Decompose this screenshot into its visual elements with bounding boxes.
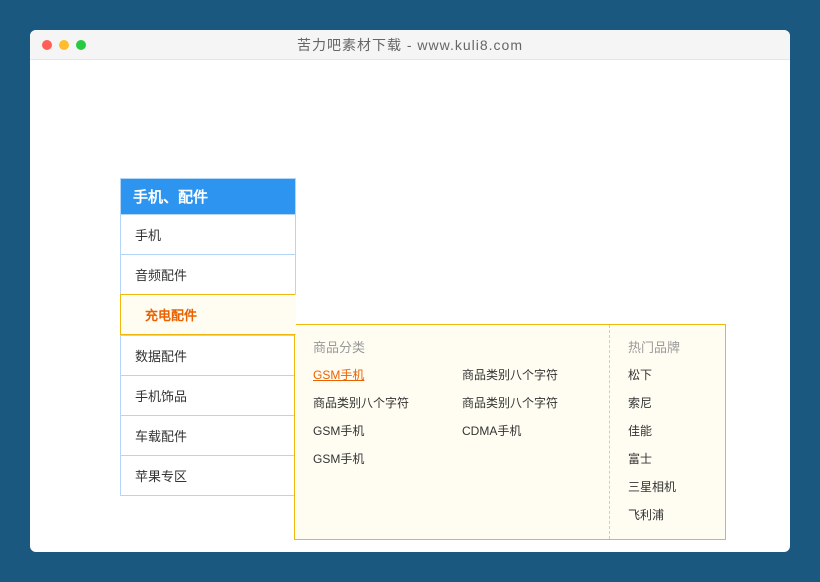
- maximize-icon[interactable]: [76, 40, 86, 50]
- category-link[interactable]: CDMA手机: [462, 422, 591, 439]
- menu-item-phone[interactable]: 手机: [121, 214, 295, 254]
- categories-heading: 商品分类: [313, 337, 591, 356]
- menu-item-audio[interactable]: 音频配件: [121, 254, 295, 294]
- brand-link[interactable]: 富士: [628, 450, 725, 467]
- brand-link[interactable]: 飞利浦: [628, 506, 725, 523]
- menu-item-decor[interactable]: 手机饰品: [121, 375, 295, 415]
- brand-link[interactable]: 三星相机: [628, 478, 725, 495]
- category-link[interactable]: GSM手机: [313, 366, 442, 383]
- minimize-icon[interactable]: [59, 40, 69, 50]
- menu-header: 手机、配件: [121, 179, 295, 214]
- browser-window: 苦力吧素材下载 - www.kuli8.com 手机、配件 手机 音频配件 充电…: [30, 30, 790, 552]
- brand-link[interactable]: 索尼: [628, 394, 725, 411]
- brand-link[interactable]: 松下: [628, 366, 725, 383]
- category-menu: 手机、配件 手机 音频配件 充电配件 数据配件 手机饰品 车载配件 苹果专区: [120, 178, 296, 496]
- titlebar: 苦力吧素材下载 - www.kuli8.com: [30, 30, 790, 60]
- menu-item-car[interactable]: 车载配件: [121, 415, 295, 455]
- brands-heading: 热门品牌: [628, 337, 725, 356]
- menu-item-apple[interactable]: 苹果专区: [121, 455, 295, 495]
- flyout-brands: 热门品牌 松下 索尼 佳能 富士 三星相机 飞利浦: [609, 325, 725, 539]
- brand-link[interactable]: 佳能: [628, 422, 725, 439]
- menu-item-data[interactable]: 数据配件: [121, 335, 295, 375]
- window-controls: [30, 40, 86, 50]
- flyout-categories: 商品分类 GSM手机 商品类别八个字符 商品类别八个字符 商品类别八个字符 GS…: [295, 325, 609, 539]
- content-area: 手机、配件 手机 音频配件 充电配件 数据配件 手机饰品 车载配件 苹果专区 商…: [30, 60, 790, 496]
- category-link[interactable]: GSM手机: [313, 422, 442, 439]
- window-title: 苦力吧素材下载 - www.kuli8.com: [30, 35, 790, 55]
- submenu-flyout: 商品分类 GSM手机 商品类别八个字符 商品类别八个字符 商品类别八个字符 GS…: [294, 324, 726, 540]
- category-link[interactable]: 商品类别八个字符: [313, 394, 442, 411]
- close-icon[interactable]: [42, 40, 52, 50]
- category-link[interactable]: 商品类别八个字符: [462, 366, 591, 383]
- category-link[interactable]: 商品类别八个字符: [462, 394, 591, 411]
- category-link[interactable]: GSM手机: [313, 450, 442, 467]
- menu-item-charging[interactable]: 充电配件: [120, 294, 296, 335]
